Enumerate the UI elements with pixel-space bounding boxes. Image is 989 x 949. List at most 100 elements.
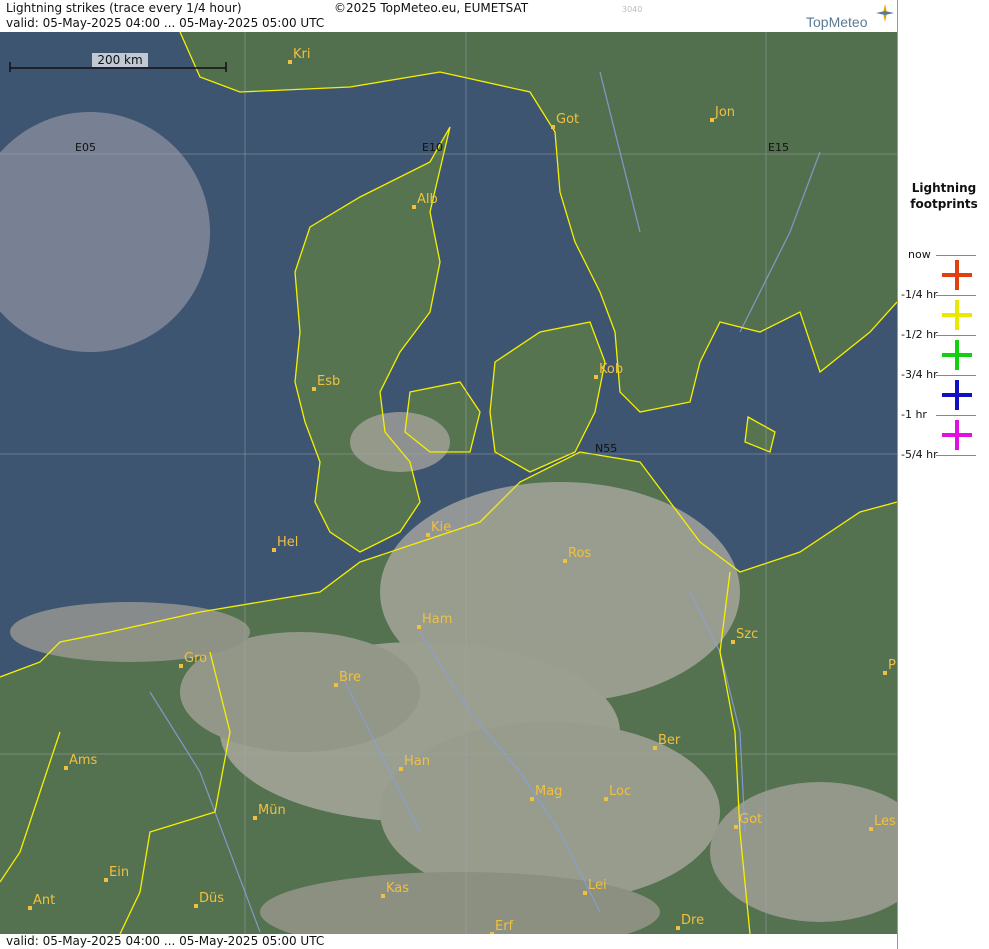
city-label: Jon xyxy=(714,105,735,120)
city-label: Ams xyxy=(69,753,98,768)
map-title: Lightning strikes (trace every 1/4 hour) xyxy=(6,1,242,15)
legend-label: -3/4 hr xyxy=(901,368,938,381)
city-label: Kri xyxy=(293,47,310,62)
city-dot-icon xyxy=(272,548,276,552)
city-marker: Esb xyxy=(312,374,340,391)
city-dot-icon xyxy=(551,125,555,129)
city-label: Szc xyxy=(736,627,758,642)
legend-title-line2: footprints xyxy=(910,197,978,211)
city-label: Dre xyxy=(681,913,704,928)
city-label: Got xyxy=(556,112,579,127)
logo-text: TopMeteo xyxy=(806,14,868,30)
city-marker: Bre xyxy=(334,670,361,687)
city-label: P xyxy=(888,658,896,673)
legend-divider xyxy=(936,375,976,376)
legend-label: now xyxy=(908,248,931,261)
city-label: Han xyxy=(404,754,430,769)
compass-icon xyxy=(876,4,894,22)
city-dot-icon xyxy=(288,60,292,64)
lightning-cross-icon xyxy=(942,260,972,290)
city-marker: Düs xyxy=(194,891,224,908)
legend-label: -1 hr xyxy=(901,408,927,421)
city-label: Got xyxy=(739,812,762,827)
city-dot-icon xyxy=(594,375,598,379)
city-dot-icon xyxy=(653,746,657,750)
city-label: Alb xyxy=(417,192,438,207)
city-dot-icon xyxy=(64,766,68,770)
lightning-cross-icon xyxy=(942,340,972,370)
map-canvas: 200 km E05 E10 E15 N55 Kri Got Jon Alb Kob Es… xyxy=(0,32,897,934)
city-label: Gro xyxy=(184,651,207,666)
city-dot-icon xyxy=(399,767,403,771)
city-marker: Ber xyxy=(653,733,681,750)
city-marker: Ham xyxy=(417,612,452,629)
grid-label-e05: E05 xyxy=(75,141,96,154)
city-label: Ant xyxy=(33,893,55,908)
legend-title: Lightning footprints xyxy=(898,180,989,212)
city-dot-icon xyxy=(710,118,714,122)
city-label: Kas xyxy=(386,881,409,896)
city-label: Loc xyxy=(609,784,631,799)
city-dot-icon xyxy=(104,878,108,882)
legend-label: -5/4 hr xyxy=(901,448,938,461)
city-label: Lei xyxy=(588,878,607,893)
city-dot-icon xyxy=(563,559,567,563)
city-dot-icon xyxy=(194,904,198,908)
city-marker: Ant xyxy=(28,893,55,910)
city-dot-icon xyxy=(734,825,738,829)
city-dot-icon xyxy=(426,533,430,537)
city-label: Erf xyxy=(495,919,514,934)
city-marker: Mag xyxy=(530,784,562,801)
grid-label-e10: E10 xyxy=(422,141,443,154)
city-label: Ros xyxy=(568,546,591,561)
legend-divider xyxy=(936,335,976,336)
scale-label: 200 km xyxy=(97,53,142,67)
city-dot-icon xyxy=(676,926,680,930)
city-label: Mag xyxy=(535,784,562,799)
city-marker: Dre xyxy=(676,913,704,930)
city-label: Mün xyxy=(258,803,286,818)
grid-label-e15: E15 xyxy=(768,141,789,154)
city-dot-icon xyxy=(253,816,257,820)
city-dot-icon xyxy=(28,906,32,910)
lightning-cross-icon xyxy=(942,300,972,330)
map-code: 3040 xyxy=(622,5,643,14)
city-marker: Kas xyxy=(381,881,409,898)
valid-time: valid: 05-May-2025 04:00 ... 05-May-2025… xyxy=(6,16,325,30)
legend-divider xyxy=(936,415,976,416)
city-label: Hel xyxy=(277,535,298,550)
city-label: Ham xyxy=(422,612,452,627)
map-header: Lightning strikes (trace every 1/4 hour)… xyxy=(0,0,897,32)
city-marker: Mün xyxy=(253,803,286,820)
copyright: ©2025 TopMeteo.eu, EUMETSAT xyxy=(334,1,529,15)
city-dot-icon xyxy=(869,827,873,831)
grid-label-n55: N55 xyxy=(595,442,617,455)
topmeteo-logo[interactable]: TopMeteo xyxy=(806,4,894,30)
map-viewport[interactable]: 200 km E05 E10 E15 N55 Kri Got Jon Alb Kob Es… xyxy=(0,32,897,934)
city-marker: Kob xyxy=(594,362,623,379)
city-marker: Got xyxy=(551,112,579,129)
city-label: Kob xyxy=(599,362,623,377)
city-marker: Ams xyxy=(64,753,98,770)
legend-divider xyxy=(936,455,976,456)
city-dot-icon xyxy=(334,683,338,687)
city-dot-icon xyxy=(179,664,183,668)
city-label: Esb xyxy=(317,374,340,389)
city-marker: Szc xyxy=(731,627,758,644)
legend-panel: Lightning footprints now -1/4 hr -1/2 hr -3… xyxy=(897,0,989,949)
legend-label: -1/4 hr xyxy=(901,288,938,301)
city-label: Bre xyxy=(339,670,361,685)
city-marker: Loc xyxy=(604,784,631,801)
city-label: Ein xyxy=(109,865,129,880)
city-label: Les xyxy=(874,814,896,829)
city-marker: Ros xyxy=(563,546,591,563)
city-marker: Got xyxy=(734,812,762,829)
city-dot-icon xyxy=(412,205,416,209)
legend-label: -1/2 hr xyxy=(901,328,938,341)
city-dot-icon xyxy=(381,894,385,898)
city-marker: Gro xyxy=(179,651,207,668)
map-footer: valid: 05-May-2025 04:00 ... 05-May-2025… xyxy=(0,934,897,949)
city-dot-icon xyxy=(604,797,608,801)
city-dot-icon xyxy=(883,671,887,675)
legend-divider xyxy=(936,295,976,296)
